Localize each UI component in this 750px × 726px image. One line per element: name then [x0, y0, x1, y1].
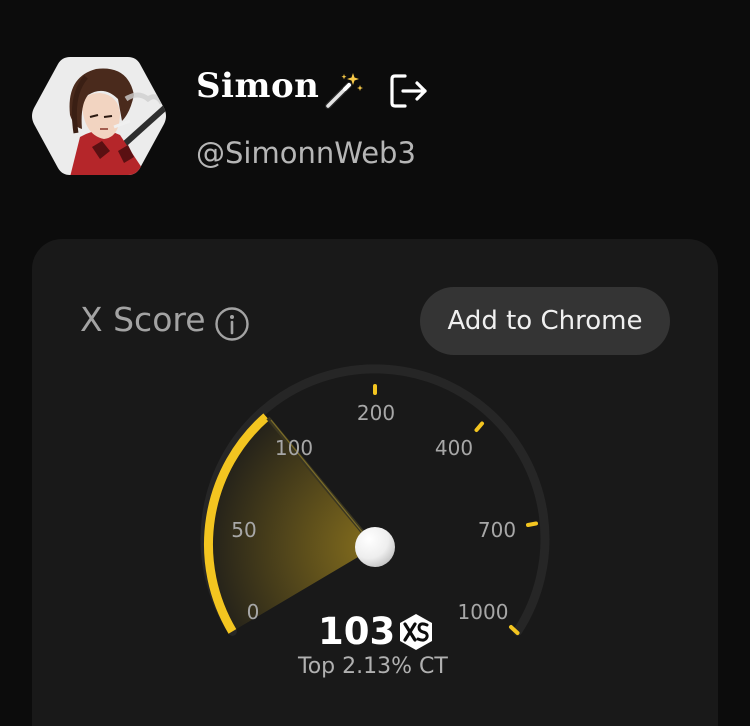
gauge-knob — [355, 527, 395, 567]
score-value: 103 — [318, 610, 396, 653]
tick-label-1000: 1000 — [458, 600, 509, 624]
tick-label-50: 50 — [231, 518, 256, 542]
tick-label-100: 100 — [275, 436, 313, 460]
xs-logo-icon — [400, 614, 432, 650]
tick-label-0: 0 — [247, 600, 260, 624]
tick-label-200: 200 — [357, 401, 395, 425]
gauge-ticks — [373, 384, 538, 635]
tick-label-400: 400 — [435, 436, 473, 460]
tick-label-700: 700 — [478, 518, 516, 542]
rank-percentile: Top 2.13% CT — [298, 654, 448, 679]
profile-page: Simon @SimonnWeb3 X Score Add to Chrome — [0, 0, 750, 726]
